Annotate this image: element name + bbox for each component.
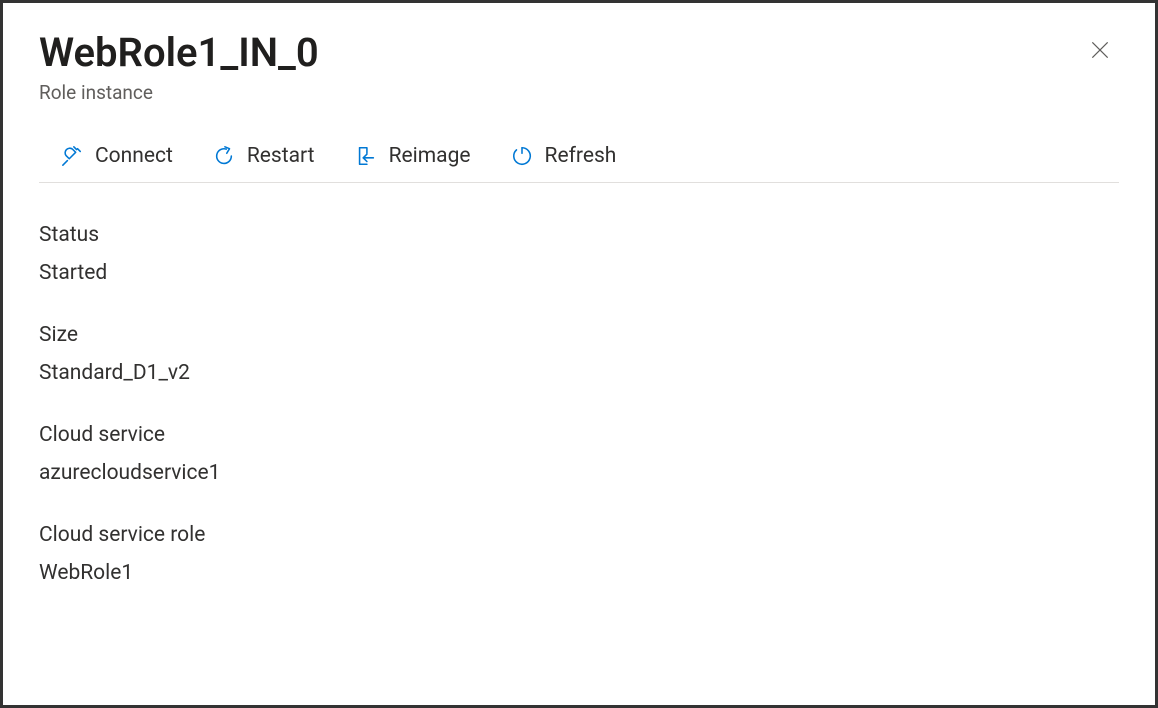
restart-label: Restart bbox=[247, 144, 315, 168]
refresh-label: Refresh bbox=[545, 144, 617, 168]
command-bar: Connect Restart Reimage Refresh bbox=[39, 140, 1119, 183]
refresh-icon bbox=[511, 145, 533, 167]
status-label: Status bbox=[39, 223, 1119, 247]
cloud-service-role-property: Cloud service role WebRole1 bbox=[39, 523, 1119, 585]
reimage-icon bbox=[355, 145, 377, 167]
status-property: Status Started bbox=[39, 223, 1119, 285]
reimage-button[interactable]: Reimage bbox=[353, 140, 473, 172]
size-value: Standard_D1_v2 bbox=[39, 361, 1119, 385]
cloud-service-role-value: WebRole1 bbox=[39, 561, 1119, 585]
page-title: WebRole1_IN_0 bbox=[39, 31, 319, 75]
connect-label: Connect bbox=[95, 144, 173, 168]
connect-button[interactable]: Connect bbox=[59, 140, 175, 172]
blade-header: WebRole1_IN_0 Role instance bbox=[39, 31, 1119, 104]
close-button[interactable] bbox=[1081, 31, 1119, 69]
page-subtitle: Role instance bbox=[39, 81, 319, 104]
refresh-button[interactable]: Refresh bbox=[509, 140, 619, 172]
reimage-label: Reimage bbox=[389, 144, 471, 168]
connect-icon bbox=[61, 145, 83, 167]
cloud-service-value: azurecloudservice1 bbox=[39, 461, 1119, 485]
cloud-service-role-label: Cloud service role bbox=[39, 523, 1119, 547]
restart-icon bbox=[213, 145, 235, 167]
cloud-service-property: Cloud service azurecloudservice1 bbox=[39, 423, 1119, 485]
header-text-block: WebRole1_IN_0 Role instance bbox=[39, 31, 319, 104]
properties-section: Status Started Size Standard_D1_v2 Cloud… bbox=[39, 223, 1119, 585]
status-value: Started bbox=[39, 261, 1119, 285]
size-label: Size bbox=[39, 323, 1119, 347]
size-property: Size Standard_D1_v2 bbox=[39, 323, 1119, 385]
close-icon bbox=[1089, 39, 1111, 61]
restart-button[interactable]: Restart bbox=[211, 140, 317, 172]
cloud-service-label: Cloud service bbox=[39, 423, 1119, 447]
